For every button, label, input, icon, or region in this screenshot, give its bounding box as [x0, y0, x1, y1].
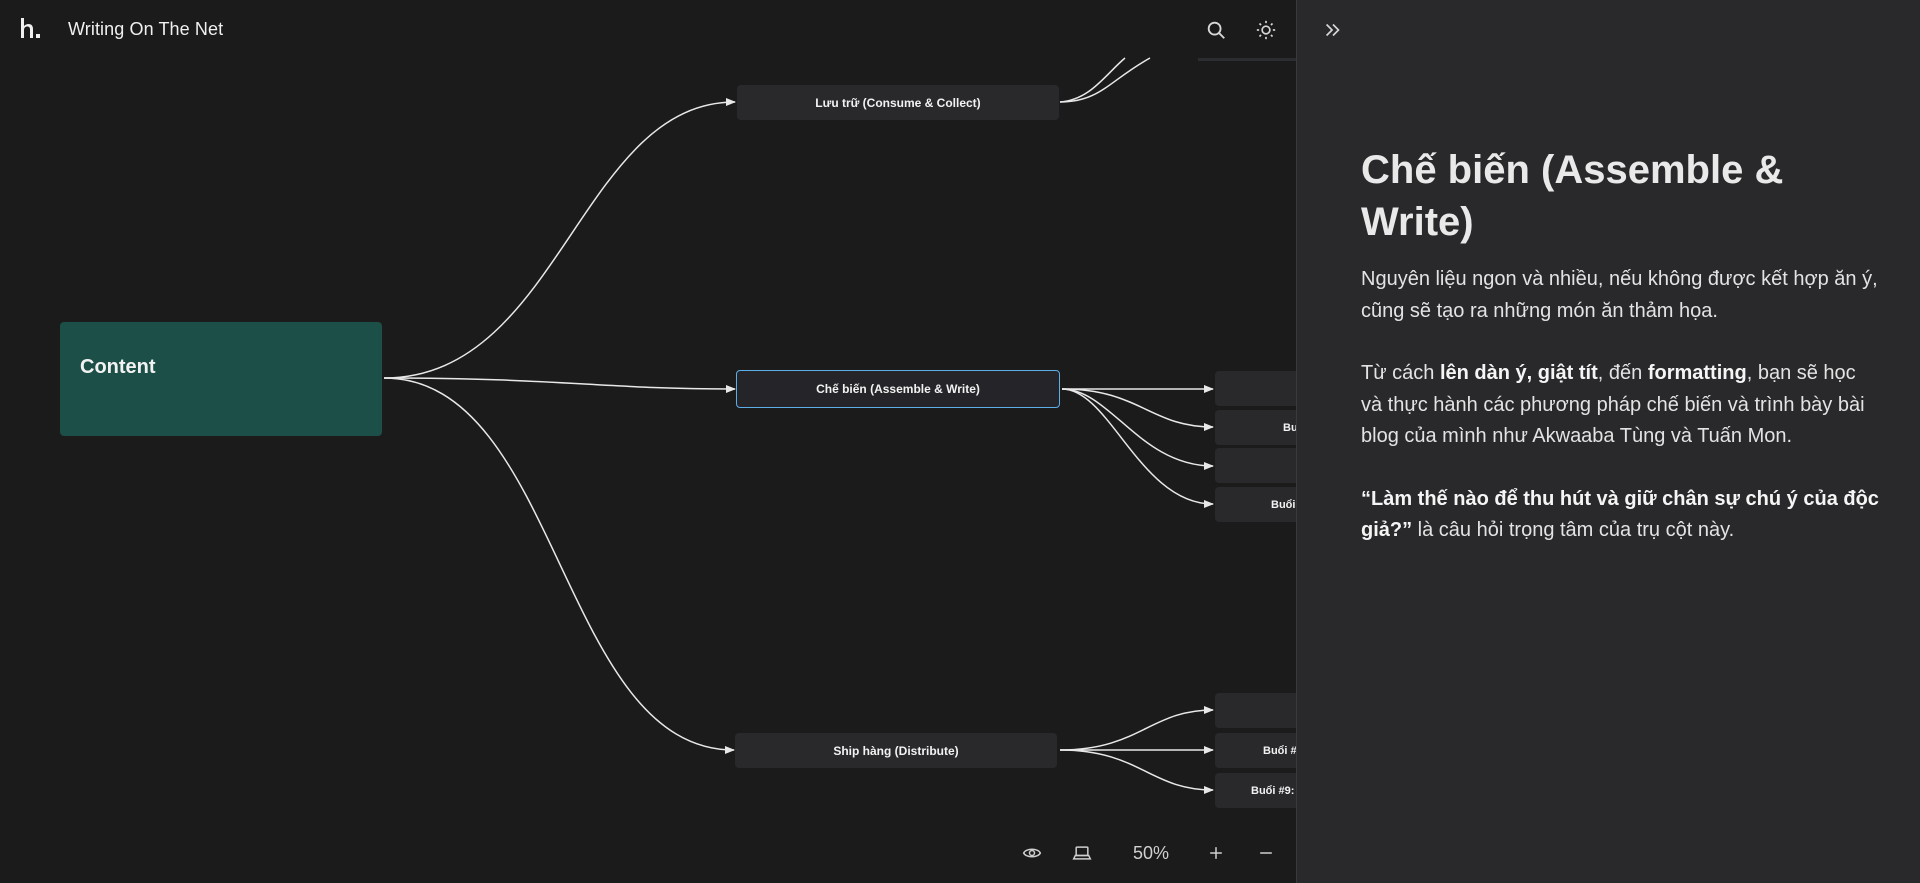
zoom-level: 50%	[1132, 843, 1170, 863]
connector-lines	[383, 57, 1214, 794]
eye-icon	[1022, 848, 1042, 858]
detail-panel: Chế biến (Assemble & Write) Nguyên liệu …	[1296, 0, 1920, 883]
zoom-out-button[interactable]	[1250, 837, 1282, 869]
leaf-node[interactable]: Buổi #	[1215, 733, 1296, 768]
leaf-node[interactable]	[1215, 693, 1296, 728]
edge-root-consume	[383, 98, 736, 379]
leaf-node[interactable]: Buổi	[1215, 487, 1296, 522]
root-node-label: Content	[80, 356, 156, 378]
branch-node-distribute[interactable]: Ship hàng (Distribute)	[735, 733, 1057, 768]
leaf-node[interactable]	[1215, 371, 1296, 406]
branch-node-label: Lưu trữ (Consume & Collect)	[815, 95, 981, 110]
app-title: Writing On The Net	[68, 19, 224, 39]
edge-dist-leaf-3	[1059, 749, 1214, 794]
minus-icon	[1260, 852, 1272, 854]
branch-node-write[interactable]: Chế biến (Assemble & Write)	[736, 370, 1060, 408]
branch-node-consume[interactable]: Lưu trữ (Consume & Collect)	[737, 85, 1059, 120]
branch-node-label: Chế biến (Assemble & Write)	[816, 382, 980, 396]
theme-toggle-button[interactable]	[1250, 14, 1282, 46]
search-button[interactable]	[1200, 14, 1232, 46]
edge-root-write	[383, 377, 736, 393]
logo-h-icon[interactable]	[18, 16, 42, 40]
panel-title: Chế biến (Assemble & Write)	[1361, 148, 1784, 244]
sun-icon	[1256, 20, 1276, 40]
edge-write-leaf-3	[1061, 388, 1214, 470]
panel-paragraph: Nguyên liệu ngon và nhiều, nếu không đượ…	[1361, 268, 1878, 322]
branch-node-label: Ship hàng (Distribute)	[833, 743, 959, 758]
panel-paragraph: “Làm thế nào để thu hút và giữ chân sự c…	[1361, 487, 1879, 542]
zoom-in-button[interactable]	[1200, 837, 1232, 869]
panel-body: Nguyên liệu ngon và nhiều, nếu không đượ…	[1361, 264, 1881, 578]
laptop-icon	[1072, 846, 1092, 860]
toolbar-divider	[1198, 58, 1296, 61]
zoom-toolbar: 50%	[1000, 827, 1296, 883]
search-icon	[1207, 21, 1225, 39]
collapse-panel-button[interactable]	[1317, 14, 1349, 46]
present-button[interactable]	[1066, 837, 1098, 869]
preview-button[interactable]	[1016, 837, 1048, 869]
panel-paragraph: Từ cách lên dàn ý, giật tít, đến formatt…	[1361, 362, 1865, 447]
leaf-node[interactable]	[1215, 448, 1296, 483]
edge-consume-out-1	[1059, 57, 1151, 103]
mindmap-canvas[interactable]: Writing On The Net Content Lưu trữ (Cons…	[0, 0, 1296, 883]
double-chevron-right-icon	[1325, 23, 1340, 37]
plus-icon	[1210, 847, 1222, 859]
edge-dist-leaf-1	[1059, 706, 1214, 751]
leaf-node[interactable]: Bu	[1215, 410, 1296, 445]
leaf-node[interactable]: Buổi #9:	[1215, 773, 1296, 808]
root-node[interactable]: Content	[60, 322, 382, 436]
edge-root-distribute	[383, 377, 735, 754]
